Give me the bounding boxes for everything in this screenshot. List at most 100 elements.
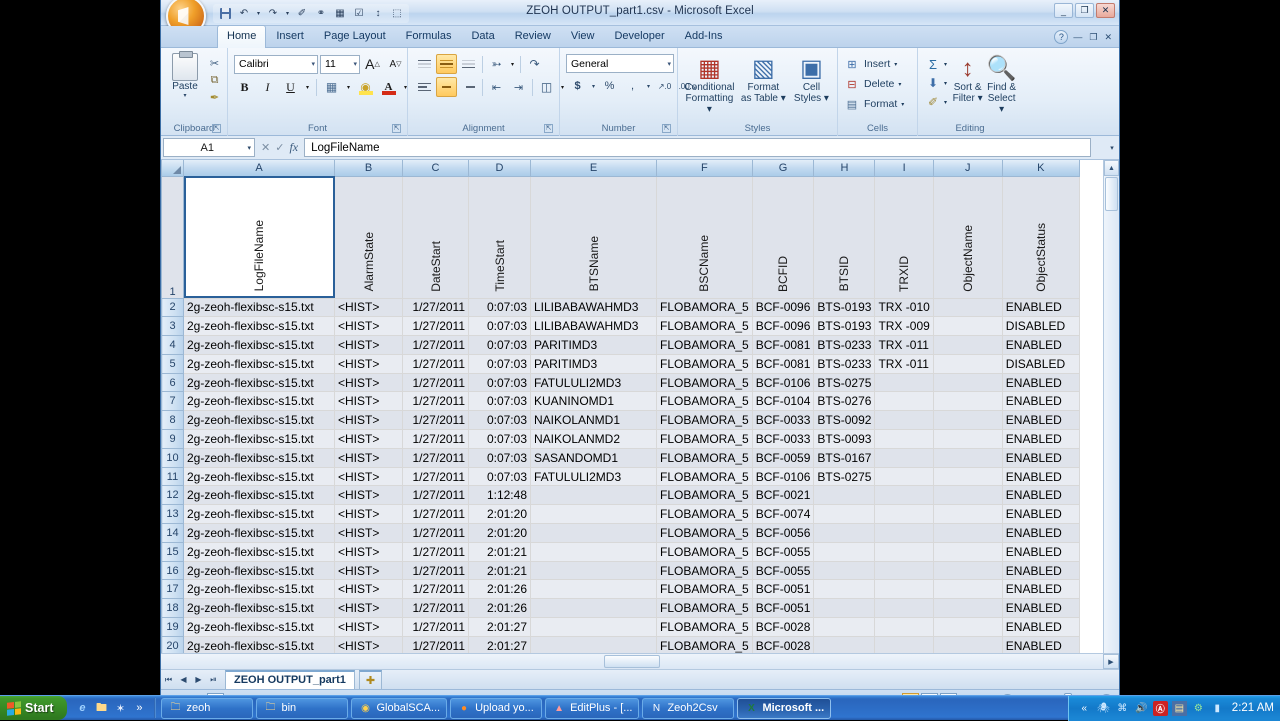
cell-J8[interactable]	[933, 410, 1003, 431]
taskbar-button-zeoh[interactable]: 🗀 zeoh	[161, 697, 254, 719]
cell-D9[interactable]: 0:07:03	[468, 429, 531, 449]
cell-I5[interactable]: TRX -011	[874, 354, 934, 374]
tab-view[interactable]: View	[561, 25, 605, 47]
cell-E14[interactable]	[530, 523, 657, 543]
number-dialog-launcher[interactable]: ⇱	[662, 124, 671, 133]
cell-C12[interactable]: 1/27/2011	[402, 485, 469, 506]
cell-E15[interactable]	[530, 542, 657, 562]
cell-H19[interactable]	[813, 617, 876, 637]
cell-G2[interactable]: BCF-0096	[752, 298, 815, 318]
cell-C15[interactable]: 1/27/2011	[402, 542, 469, 562]
header-cell-J1[interactable]: ObjectName	[933, 176, 1003, 299]
cell-K10[interactable]: ENABLED	[1002, 448, 1080, 468]
cell-B13[interactable]: <HIST>	[334, 504, 403, 525]
cell-B20[interactable]: <HIST>	[334, 636, 403, 653]
header-cell-E1[interactable]: BTSName	[530, 176, 657, 299]
cell-B10[interactable]: <HIST>	[334, 448, 403, 468]
cell-J4[interactable]	[933, 335, 1003, 355]
cell-B7[interactable]: <HIST>	[334, 391, 403, 412]
cell-A7[interactable]: 2g-zeoh-flexibsc-s15.txt	[183, 391, 335, 412]
cell-E4[interactable]: PARITIMD3	[530, 335, 657, 355]
cell-G15[interactable]: BCF-0055	[752, 542, 815, 562]
horizontal-scrollbar[interactable]: ▶	[161, 653, 1119, 669]
cell-K9[interactable]: ENABLED	[1002, 429, 1080, 449]
merge-and-center-icon[interactable]: ◫	[536, 77, 557, 97]
wrap-text-icon[interactable]: ↷	[524, 54, 545, 74]
cell-C9[interactable]: 1/27/2011	[402, 429, 469, 449]
cell-K16[interactable]: ENABLED	[1002, 561, 1080, 581]
italic-icon[interactable]: I	[257, 77, 278, 97]
cell-I4[interactable]: TRX -011	[874, 335, 934, 355]
cell-H3[interactable]: BTS-0193	[813, 316, 876, 337]
cell-G8[interactable]: BCF-0033	[752, 410, 815, 431]
cell-A14[interactable]: 2g-zeoh-flexibsc-s15.txt	[183, 523, 335, 543]
cell-I6[interactable]	[874, 373, 934, 393]
cell-D2[interactable]: 0:07:03	[468, 298, 531, 318]
network-icon[interactable]: 🕷	[1096, 701, 1111, 716]
bottom-align-icon[interactable]	[458, 54, 479, 74]
row-header-8[interactable]: 8	[161, 410, 184, 431]
cell-I19[interactable]	[874, 617, 934, 637]
cell-B16[interactable]: <HIST>	[334, 561, 403, 581]
font-size-combo[interactable]: 11 ▾	[320, 54, 360, 74]
cell-H13[interactable]	[813, 504, 876, 525]
cell-C2[interactable]: 1/27/2011	[402, 298, 469, 318]
cell-E16[interactable]	[530, 561, 657, 581]
cell-B18[interactable]: <HIST>	[334, 598, 403, 619]
column-header-d[interactable]: D	[468, 160, 531, 177]
cell-E8[interactable]: NAIKOLANMD1	[530, 410, 657, 431]
cell-B5[interactable]: <HIST>	[334, 354, 403, 374]
cell-K13[interactable]: ENABLED	[1002, 504, 1080, 525]
minimize-ribbon-icon[interactable]: —	[1071, 32, 1084, 42]
cell-C6[interactable]: 1/27/2011	[402, 373, 469, 393]
row-header-2[interactable]: 2	[161, 297, 184, 318]
insert-function-icon[interactable]: fx	[289, 140, 298, 155]
cell-D15[interactable]: 2:01:21	[468, 542, 531, 562]
vertical-scroll-thumb[interactable]	[1105, 177, 1118, 211]
comma-dropdown-icon[interactable]: ▾	[644, 76, 653, 96]
cell-B9[interactable]: <HIST>	[334, 429, 403, 449]
paste-button[interactable]: Paste ▾	[165, 51, 205, 99]
restore-workbook-icon[interactable]: ❐	[1087, 32, 1099, 43]
cell-A2[interactable]: 2g-zeoh-flexibsc-s15.txt	[183, 298, 335, 318]
cell-E17[interactable]	[530, 579, 657, 600]
clear-button[interactable]: ✐ ▾	[922, 93, 950, 111]
middle-align-icon[interactable]	[436, 54, 457, 74]
cell-K7[interactable]: ENABLED	[1002, 391, 1080, 412]
column-header-k[interactable]: K	[1001, 160, 1080, 177]
header-cell-K1[interactable]: ObjectStatus	[1002, 176, 1080, 299]
cell-E20[interactable]	[530, 636, 657, 653]
sort-and-filter-button[interactable]: ↕ Sort & Filter ▾	[952, 54, 983, 105]
cell-H12[interactable]	[813, 485, 876, 506]
cell-A17[interactable]: 2g-zeoh-flexibsc-s15.txt	[183, 579, 335, 600]
update-icon[interactable]: ⚙	[1191, 701, 1206, 716]
cell-K5[interactable]: DISABLED	[1002, 354, 1080, 374]
cell-J2[interactable]	[933, 298, 1003, 318]
cell-D11[interactable]: 0:07:03	[468, 467, 531, 487]
cell-B4[interactable]: <HIST>	[334, 335, 403, 355]
cell-I10[interactable]	[874, 448, 934, 468]
cell-B12[interactable]: <HIST>	[334, 485, 403, 506]
cell-J20[interactable]	[933, 636, 1003, 653]
align-right-icon[interactable]	[458, 77, 479, 97]
restore-button[interactable]: ❐	[1075, 3, 1094, 18]
find-and-select-button[interactable]: 🔍 Find & Select ▾	[985, 54, 1018, 116]
cell-I11[interactable]	[874, 467, 934, 487]
cell-I3[interactable]: TRX -009	[874, 316, 934, 337]
cell-H11[interactable]: BTS-0275	[813, 467, 876, 487]
cell-B15[interactable]: <HIST>	[334, 542, 403, 562]
cell-H7[interactable]: BTS-0276	[813, 391, 876, 412]
scroll-up-button[interactable]: ▲	[1104, 160, 1119, 176]
row-header-16[interactable]: 16	[161, 560, 184, 581]
cell-I8[interactable]	[874, 410, 934, 431]
first-sheet-button[interactable]: ⏮	[161, 675, 176, 685]
cell-K8[interactable]: ENABLED	[1002, 410, 1080, 431]
orientation-icon[interactable]: ➳	[486, 54, 507, 74]
cell-E12[interactable]	[530, 485, 657, 506]
cell-A18[interactable]: 2g-zeoh-flexibsc-s15.txt	[183, 598, 335, 619]
font-dialog-launcher[interactable]: ⇱	[392, 124, 401, 133]
cell-J7[interactable]	[933, 391, 1003, 412]
cell-I7[interactable]	[874, 391, 934, 412]
cell-F17[interactable]: FLOBAMORA_5	[656, 579, 753, 600]
header-cell-I1[interactable]: TRXID	[874, 176, 934, 299]
